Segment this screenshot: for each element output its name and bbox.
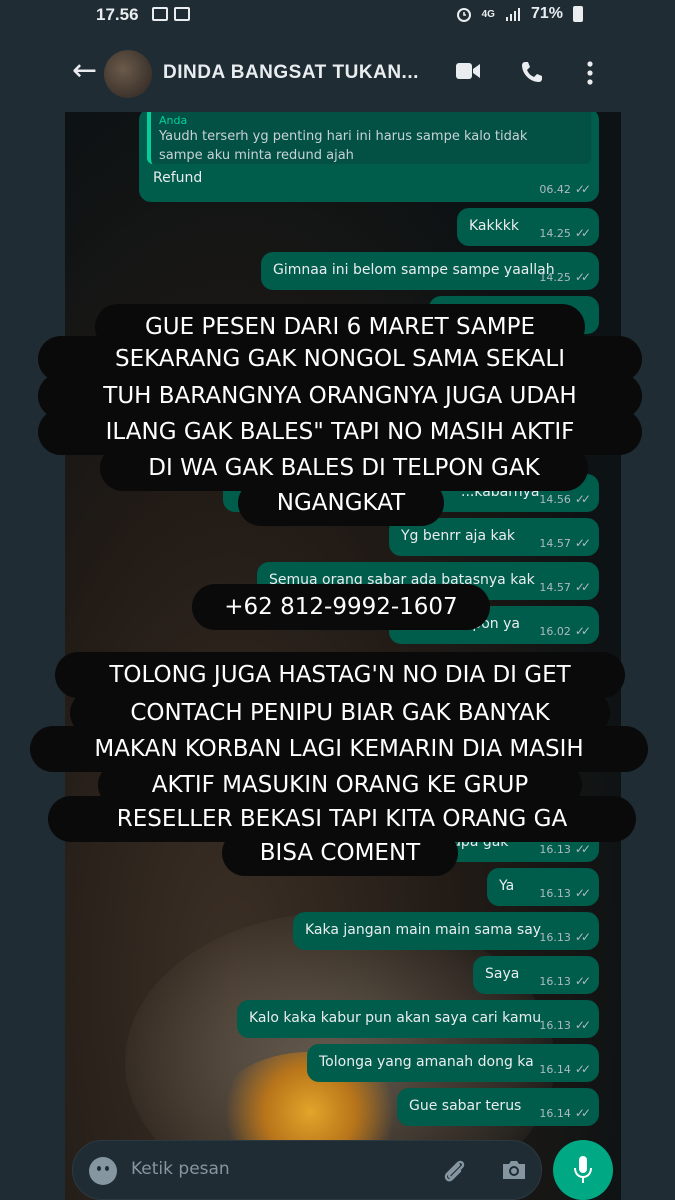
message-time: 16.13	[539, 842, 571, 856]
message-meta: 16.13 ✓✓	[539, 1018, 591, 1032]
double-check-icon: ✓✓	[574, 580, 591, 594]
message-meta: 16.14 ✓✓	[539, 1106, 591, 1120]
double-check-icon: ✓✓	[574, 182, 591, 196]
back-arrow-icon[interactable]: ←	[72, 56, 97, 86]
quoted-message[interactable]: Anda Yaudh terserh yg penting hari ini h…	[147, 112, 591, 164]
message-meta: 14.57 ✓✓	[539, 580, 591, 594]
message-text: Yg benrr aja kak	[401, 528, 516, 544]
message-meta: 16.13 ✓✓	[539, 930, 591, 944]
double-check-icon: ✓✓	[574, 930, 591, 944]
caption-line: BISA COMENT	[222, 830, 458, 876]
message-meta: 14.25 ✓✓	[539, 226, 591, 240]
battery-percent: 71%	[530, 5, 563, 22]
message-time: 14.56	[539, 492, 571, 506]
double-check-icon: ✓✓	[574, 842, 591, 856]
quoted-sender: Anda	[159, 114, 188, 127]
message-time: 16.13	[539, 1018, 571, 1032]
microphone-icon	[574, 1156, 592, 1183]
caption-line: NGANGKAT	[238, 480, 444, 526]
message-time: 14.57	[539, 536, 571, 550]
message-time: 14.25	[539, 270, 571, 284]
gallery-notification-icon	[152, 7, 168, 21]
more-options-icon[interactable]	[586, 60, 594, 86]
attachment-icon[interactable]	[441, 1157, 467, 1185]
double-check-icon: ✓✓	[574, 974, 591, 988]
message-time: 16.14	[539, 1062, 571, 1076]
double-check-icon: ✓✓	[574, 1062, 591, 1076]
double-check-icon: ✓✓	[574, 270, 591, 284]
message-text: Refund	[153, 170, 203, 186]
message-meta: 14.57 ✓✓	[539, 536, 591, 550]
message-text: Kaka jangan main main sama say	[305, 922, 542, 938]
message-time: 16.13	[539, 886, 571, 900]
message-text: Kalo kaka kabur pun akan saya cari kamu	[249, 1010, 542, 1026]
message-time: 16.14	[539, 1106, 571, 1120]
quoted-text: Yaudh terserh yg penting hari ini harus …	[159, 129, 528, 163]
message-text: Tolonga yang amanah dong ka	[319, 1054, 534, 1070]
double-check-icon: ✓✓	[574, 536, 591, 550]
message-time: 16.13	[539, 930, 571, 944]
message-meta: 16.13 ✓✓	[539, 842, 591, 856]
message-input-bar[interactable]: Ketik pesan	[72, 1140, 542, 1200]
message-meta: 06.42 ✓✓	[539, 182, 591, 196]
message-bubble[interactable]: Tolonga yang amanah dong ka 16.14 ✓✓	[307, 1044, 599, 1082]
message-text: Ya	[499, 878, 515, 894]
status-notification-icons	[152, 7, 190, 21]
message-meta: 16.13 ✓✓	[539, 886, 591, 900]
message-time: 14.57	[539, 580, 571, 594]
chat-name[interactable]: DINDA BANGSAT TUKAN...	[163, 62, 419, 84]
double-check-icon: ✓✓	[574, 492, 591, 506]
message-bubble[interactable]: Saya 16.13 ✓✓	[473, 956, 599, 994]
voice-message-button[interactable]	[553, 1140, 613, 1200]
double-check-icon: ✓✓	[574, 1106, 591, 1120]
status-time: 17.56	[96, 5, 139, 24]
message-text: Gue sabar terus	[409, 1098, 522, 1114]
video-call-icon[interactable]	[456, 62, 480, 80]
emoji-icon[interactable]	[89, 1157, 117, 1185]
message-bubble[interactable]: Kaka jangan main main sama say 16.13 ✓✓	[293, 912, 599, 950]
message-meta: 14.56 ✓✓	[539, 492, 591, 506]
status-right: 4G 71%	[456, 5, 583, 23]
message-time: 06.42	[539, 182, 571, 196]
message-text: Gimnaa ini belom sampe sampe yaallah	[273, 262, 555, 278]
double-check-icon: ✓✓	[574, 226, 591, 240]
message-bubble[interactable]: Kakkkk 14.25 ✓✓	[457, 208, 599, 246]
message-time: 14.25	[539, 226, 571, 240]
voice-call-icon[interactable]	[520, 60, 544, 84]
message-meta: 16.13 ✓✓	[539, 974, 591, 988]
message-input[interactable]: Ketik pesan	[131, 1159, 230, 1179]
message-time: 16.13	[539, 974, 571, 988]
double-check-icon: ✓✓	[574, 886, 591, 900]
message-bubble[interactable]: Gue sabar terus 16.14 ✓✓	[397, 1088, 599, 1126]
caption-phone-number: +62 812-9992-1607	[192, 584, 490, 630]
signal-icon	[505, 8, 520, 21]
network-type: 4G	[481, 8, 495, 20]
status-bar: 17.56 4G 71%	[0, 0, 675, 32]
message-meta: 16.14 ✓✓	[539, 1062, 591, 1076]
message-bubble[interactable]: Ya 16.13 ✓✓	[487, 868, 599, 906]
message-reply-bubble[interactable]: Anda Yaudh terserh yg penting hari ini h…	[139, 112, 599, 202]
avatar[interactable]	[104, 50, 152, 98]
camera-icon[interactable]	[501, 1159, 527, 1181]
message-text: Saya	[485, 966, 520, 982]
battery-icon	[573, 6, 583, 22]
message-meta: 14.25 ✓✓	[539, 270, 591, 284]
card-notification-icon	[174, 7, 190, 21]
double-check-icon: ✓✓	[574, 1018, 591, 1032]
message-text: Kakkkk	[469, 218, 519, 234]
chat-header: ← DINDA BANGSAT TUKAN...	[0, 32, 675, 112]
message-bubble[interactable]: Gimnaa ini belom sampe sampe yaallah 14.…	[261, 252, 599, 290]
message-meta: 16.02 ✓✓	[539, 624, 591, 638]
message-time: 16.02	[539, 624, 571, 638]
message-bubble[interactable]: Kalo kaka kabur pun akan saya cari kamu …	[237, 1000, 599, 1038]
alarm-icon	[456, 8, 471, 22]
double-check-icon: ✓✓	[574, 624, 591, 638]
